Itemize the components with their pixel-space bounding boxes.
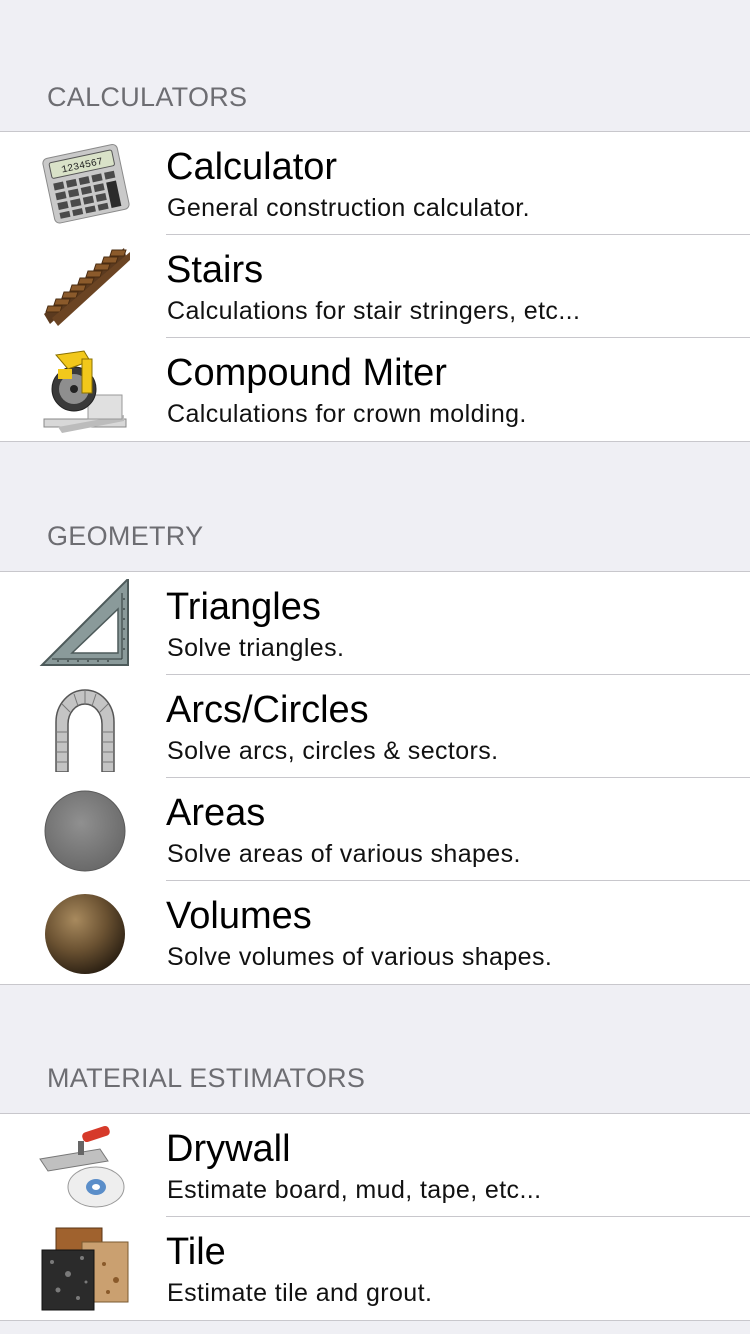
- item-title: Drywall: [166, 1128, 291, 1170]
- arch-icon: [38, 682, 132, 772]
- item-title: Arcs/Circles: [166, 689, 369, 731]
- list-item-arcs-circles[interactable]: Arcs/Circles Solve arcs, circles & secto…: [0, 675, 750, 778]
- item-title: Areas: [166, 792, 266, 834]
- list-item-triangles[interactable]: Triangles Solve triangles.: [0, 572, 750, 675]
- item-subtitle: Calculations for stair stringers, etc...: [167, 297, 581, 325]
- section-header-geometry: GEOMETRY: [47, 521, 204, 551]
- sphere-icon: [38, 888, 132, 978]
- section-header-material-estimators: MATERIAL ESTIMATORS: [47, 1063, 366, 1093]
- list-item-calculator[interactable]: 1234567 Calculator General construction …: [0, 132, 750, 235]
- list-item-stairs[interactable]: Stairs Calculations for stair stringers,…: [0, 235, 750, 338]
- item-subtitle: Solve volumes of various shapes.: [167, 943, 553, 971]
- item-title: Stairs: [166, 249, 264, 291]
- miter-saw-icon: [38, 345, 132, 435]
- item-subtitle: Estimate board, mud, tape, etc...: [167, 1176, 542, 1204]
- section-geometry: Triangles Solve triangles. Arcs/Circles …: [0, 571, 750, 985]
- item-subtitle: Calculations for crown molding.: [167, 400, 527, 428]
- item-title: Tile: [166, 1231, 226, 1273]
- list-item-tile[interactable]: Tile Estimate tile and grout.: [0, 1217, 750, 1320]
- list-item-drywall[interactable]: Drywall Estimate board, mud, tape, etc..…: [0, 1114, 750, 1217]
- tiles-icon: [38, 1224, 132, 1314]
- item-subtitle: General construction calculator.: [167, 194, 530, 222]
- list-item-volumes[interactable]: Volumes Solve volumes of various shapes.: [0, 881, 750, 984]
- item-subtitle: Solve arcs, circles & sectors.: [167, 737, 499, 765]
- calculator-icon: 1234567: [38, 139, 132, 229]
- section-material-estimators: Drywall Estimate board, mud, tape, etc..…: [0, 1113, 750, 1321]
- item-title: Calculator: [166, 146, 338, 188]
- stairs-icon: [38, 242, 132, 332]
- screen: CALCULATORS 1234567 Calculator General c…: [0, 0, 750, 1334]
- speed-square-icon: [38, 579, 132, 669]
- item-subtitle: Solve areas of various shapes.: [167, 840, 521, 868]
- trowel-tape-icon: [38, 1121, 132, 1211]
- item-subtitle: Solve triangles.: [167, 634, 345, 662]
- item-title: Triangles: [166, 586, 321, 628]
- item-title: Volumes: [166, 895, 312, 937]
- section-calculators: 1234567 Calculator General construction …: [0, 131, 750, 442]
- section-header-calculators: CALCULATORS: [47, 82, 248, 112]
- item-title: Compound Miter: [166, 352, 447, 394]
- list-item-areas[interactable]: Areas Solve areas of various shapes.: [0, 778, 750, 881]
- gray-disc-icon: [38, 785, 132, 875]
- item-subtitle: Estimate tile and grout.: [167, 1279, 433, 1307]
- list-item-compound-miter[interactable]: Compound Miter Calculations for crown mo…: [0, 338, 750, 441]
